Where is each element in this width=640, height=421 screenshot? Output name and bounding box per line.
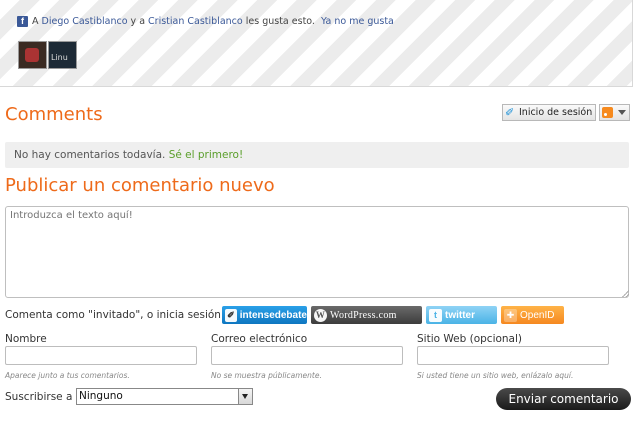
comment-as-label: Comenta como "invitado", o inicia sesión… <box>5 309 225 321</box>
openid-icon: ✚ <box>504 308 517 322</box>
resize-grip-icon[interactable] <box>622 290 629 297</box>
chevron-down-icon[interactable] <box>238 389 252 404</box>
website-hint: Si usted tiene un sitio web, enlázalo aq… <box>417 371 574 380</box>
login-button[interactable]: ✐ Inicio de sesión <box>502 104 597 121</box>
intensedebate-icon: ✐ <box>505 106 515 119</box>
twitter-login-button[interactable]: t twitter <box>426 306 497 324</box>
likes-connector: y a <box>130 16 146 27</box>
chevron-down-icon <box>618 110 626 115</box>
facebook-icon: f <box>17 16 28 27</box>
openid-login-button[interactable]: ✚ OpenID <box>501 306 564 324</box>
subscribe-label: Suscribirse a <box>5 391 73 403</box>
name-label: Nombre <box>5 333 47 345</box>
rss-icon <box>602 107 613 118</box>
intensedebate-icon: ✐ <box>225 308 237 322</box>
openid-label: OpenID <box>520 309 555 321</box>
comment-textarea[interactable] <box>5 206 629 298</box>
twitter-icon: t <box>429 308 442 322</box>
likes-line: f A Diego Castiblanco y a Cristian Casti… <box>17 16 394 27</box>
email-label: Correo electrónico <box>211 333 308 345</box>
unlike-link[interactable]: Ya no me gusta <box>321 16 394 27</box>
submit-comment-button[interactable]: Enviar comentario <box>496 388 631 410</box>
liker-link-1[interactable]: Diego Castiblanco <box>42 16 128 27</box>
comments-heading: Comments <box>5 104 103 125</box>
avatar-text: Linu <box>51 53 68 62</box>
name-hint: Aparece junto a tus comentarios. <box>5 371 130 380</box>
website-field[interactable] <box>417 346 609 365</box>
post-comment-heading: Publicar un comentario nuevo <box>5 175 275 196</box>
twitter-label: twitter <box>445 309 475 321</box>
login-label: Inicio de sesión <box>519 107 593 118</box>
subscribe-select[interactable]: Ninguno <box>76 388 253 405</box>
intensedebate-login-button[interactable]: ✐ intensedebate <box>222 306 307 324</box>
intensedebate-label: intensedebate <box>239 309 307 321</box>
be-first-link[interactable]: Sé el primero! <box>169 149 243 161</box>
subscribe-value: Ninguno <box>79 390 123 402</box>
likes-panel <box>0 0 633 87</box>
no-comments-text: No hay comentarios todavía. <box>14 149 166 161</box>
liker-link-2[interactable]: Cristian Castiblanco <box>148 16 243 27</box>
wordpress-login-button[interactable]: W WordPress.com <box>311 306 422 324</box>
email-field[interactable] <box>211 346 403 365</box>
wordpress-icon: W <box>314 308 327 322</box>
name-field[interactable] <box>5 346 197 365</box>
avatar[interactable] <box>18 41 47 69</box>
wordpress-label: WordPress.com <box>330 309 397 321</box>
likes-suffix: les gusta esto. <box>245 16 315 27</box>
avatar[interactable]: Linu <box>48 41 77 69</box>
no-comments-box: No hay comentarios todavía. Sé el primer… <box>5 142 629 168</box>
rss-dropdown-button[interactable] <box>599 104 630 121</box>
email-hint: No se muestra públicamente. <box>211 371 322 380</box>
website-label: Sitio Web (opcional) <box>417 333 523 345</box>
